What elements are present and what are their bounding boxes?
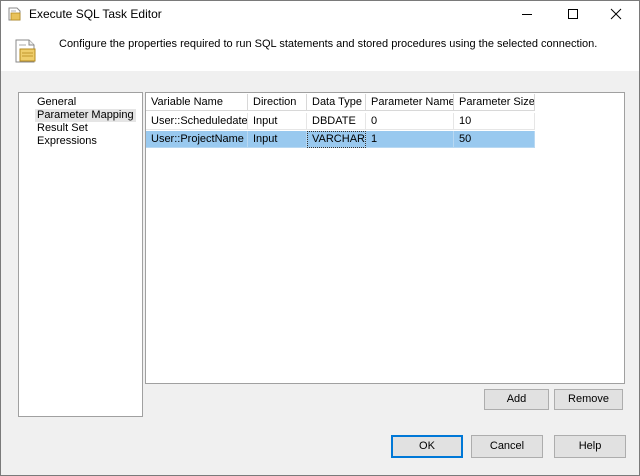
grid-header-row: Variable Name Direction Data Type Parame…	[146, 94, 535, 112]
dialog-header: Configure the properties required to run…	[1, 27, 639, 71]
cell-variable-name[interactable]: User::Scheduledate	[146, 113, 248, 130]
nav-item-result-set[interactable]: Result Set	[35, 122, 90, 135]
ok-button[interactable]: OK	[391, 435, 463, 458]
cell-data-type[interactable]: DBDATE	[307, 113, 366, 130]
sql-task-icon	[7, 6, 23, 22]
help-button[interactable]: Help	[554, 435, 626, 458]
dialog-window: Execute SQL Task Editor Configure the pr…	[0, 0, 640, 476]
parameter-mapping-grid: Variable Name Direction Data Type Parame…	[145, 92, 625, 384]
nav-item-general[interactable]: General	[35, 96, 78, 109]
nav-item-parameter-mapping[interactable]: Parameter Mapping	[35, 109, 136, 122]
minimize-icon	[522, 14, 532, 15]
cell-data-type-focused[interactable]: VARCHAR	[307, 131, 366, 148]
page-navigation-list: General Parameter Mapping Result Set Exp…	[18, 92, 143, 417]
column-header-parameter-size[interactable]: Parameter Size	[454, 94, 535, 111]
cell-parameter-name[interactable]: 0	[366, 113, 454, 130]
sql-document-icon	[13, 38, 39, 64]
cell-direction[interactable]: Input	[248, 131, 307, 148]
close-button[interactable]	[593, 1, 639, 27]
title-bar[interactable]: Execute SQL Task Editor	[1, 1, 639, 27]
cell-direction[interactable]: Input	[248, 113, 307, 130]
cell-parameter-name[interactable]: 1	[366, 131, 454, 148]
column-header-variable-name[interactable]: Variable Name	[146, 94, 248, 111]
column-header-parameter-name[interactable]: Parameter Name	[366, 94, 454, 111]
remove-button[interactable]: Remove	[554, 389, 623, 410]
table-row[interactable]: User::Scheduledate Input DBDATE 0 10	[146, 113, 535, 131]
table-row-selected[interactable]: User::ProjectName Input VARCHAR 1 50	[146, 131, 535, 149]
close-icon	[610, 8, 622, 20]
cell-variable-name[interactable]: User::ProjectName	[146, 131, 248, 148]
cell-parameter-size[interactable]: 50	[454, 131, 535, 148]
add-button[interactable]: Add	[484, 389, 549, 410]
minimize-button[interactable]	[504, 1, 550, 27]
cancel-button[interactable]: Cancel	[471, 435, 543, 458]
maximize-button[interactable]	[550, 1, 596, 27]
cell-parameter-size[interactable]: 10	[454, 113, 535, 130]
column-header-data-type[interactable]: Data Type	[307, 94, 366, 111]
header-description: Configure the properties required to run…	[59, 38, 598, 50]
window-title: Execute SQL Task Editor	[29, 7, 162, 21]
column-header-direction[interactable]: Direction	[248, 94, 307, 111]
maximize-icon	[568, 9, 578, 19]
nav-item-expressions[interactable]: Expressions	[35, 135, 99, 148]
